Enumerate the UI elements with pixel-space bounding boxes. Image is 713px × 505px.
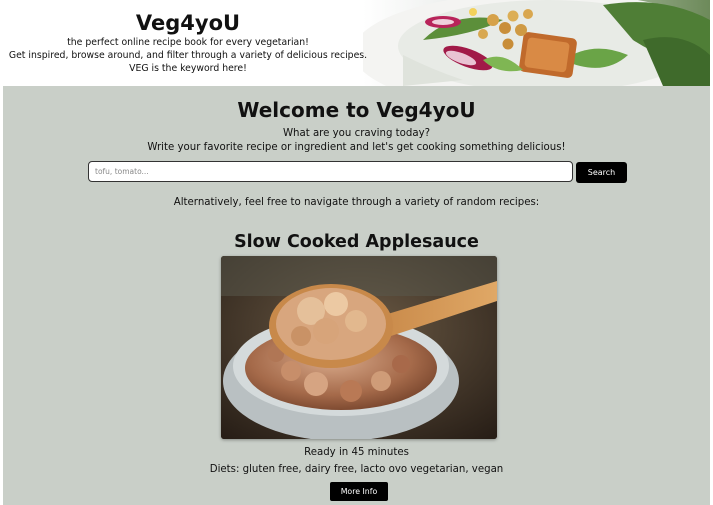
random-recipes-text: Alternatively, feel free to navigate thr…: [173, 197, 540, 208]
tagline-line-1: the perfect online recipe book for every…: [67, 37, 309, 48]
craving-question: What are you craving today?: [282, 128, 431, 139]
header-text: Veg4yoU the perfect online recipe book f…: [3, 10, 373, 75]
site-brand[interactable]: Veg4yoU: [3, 10, 373, 36]
page: Veg4yoU the perfect online recipe book f…: [3, 0, 710, 505]
recipe-title: Slow Cooked Applesauce: [234, 232, 479, 252]
site-header: Veg4yoU the perfect online recipe book f…: [3, 0, 710, 86]
recipe-ready-time: Ready in 45 minutes: [304, 447, 409, 458]
search-input[interactable]: [88, 161, 573, 182]
recipe-image: [221, 256, 497, 439]
salad-hero-image: [363, 0, 710, 86]
salad-photo: [363, 0, 710, 86]
search-button[interactable]: Search: [576, 162, 627, 183]
applesauce-photo: [221, 256, 497, 439]
craving-prompt: Write your favorite recipe or ingredient…: [147, 142, 566, 153]
tagline-line-2: Get inspired, browse around, and filter …: [8, 50, 368, 61]
welcome-title: Welcome to Veg4yoU: [237, 98, 476, 122]
more-info-button[interactable]: More Info: [330, 482, 388, 501]
recipe-diets: Diets: gluten free, dairy free, lacto ov…: [209, 464, 504, 475]
tagline-line-3: VEG is the keyword here!: [129, 63, 247, 74]
